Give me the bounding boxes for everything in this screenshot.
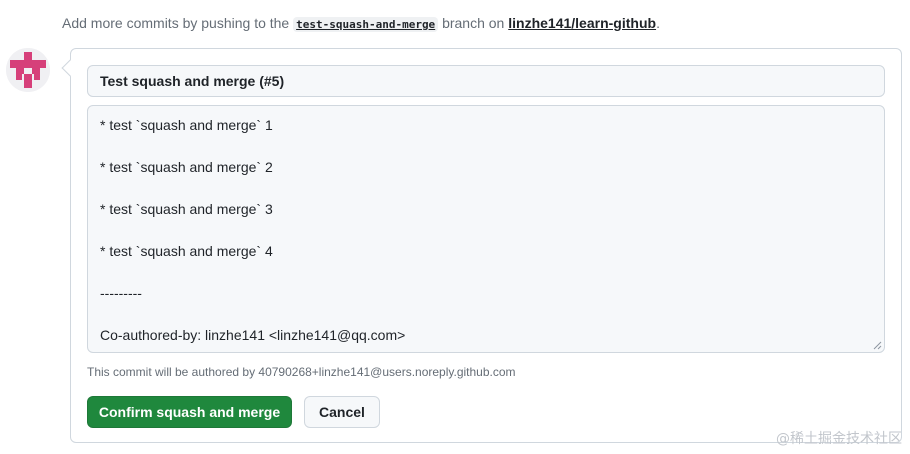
push-commits-hint: Add more commits by pushing to the test-… [62, 13, 660, 35]
commit-message-textarea[interactable]: * test `squash and merge` 1 * test `squas… [87, 105, 885, 353]
commit-message-line [100, 262, 872, 283]
hint-middle: branch on [438, 15, 509, 31]
identicon-avatar-icon [6, 48, 50, 92]
commit-title-input[interactable]: Test squash and merge (#5) [87, 65, 885, 97]
commit-message-line [100, 136, 872, 157]
commit-message-line: * test `squash and merge` 2 [100, 159, 273, 175]
commit-message-line: * test `squash and merge` 3 [100, 201, 273, 217]
commit-author-note: This commit will be authored by 40790268… [87, 365, 516, 379]
hint-suffix: . [656, 15, 660, 31]
cancel-button[interactable]: Cancel [304, 396, 380, 428]
commit-message-line [100, 178, 872, 199]
branch-name[interactable]: test-squash-and-merge [293, 17, 439, 32]
confirm-squash-merge-button[interactable]: Confirm squash and merge [87, 396, 292, 428]
resize-grip-icon[interactable] [873, 341, 882, 350]
avatar[interactable] [6, 48, 50, 92]
repo-link[interactable]: linzhe141/learn-github [508, 15, 656, 31]
commit-message-line: Co-authored-by: linzhe141 <linzhe141@qq.… [100, 327, 406, 343]
hint-prefix: Add more commits by pushing to the [62, 15, 294, 31]
commit-message-line: --------- [100, 285, 142, 301]
commit-message-line [100, 220, 872, 241]
watermark: @稀土掘金技术社区 [776, 431, 902, 447]
commit-message-line: * test `squash and merge` 4 [100, 243, 273, 259]
commit-message-line: * test `squash and merge` 1 [100, 117, 273, 133]
commit-message-line [100, 304, 872, 325]
